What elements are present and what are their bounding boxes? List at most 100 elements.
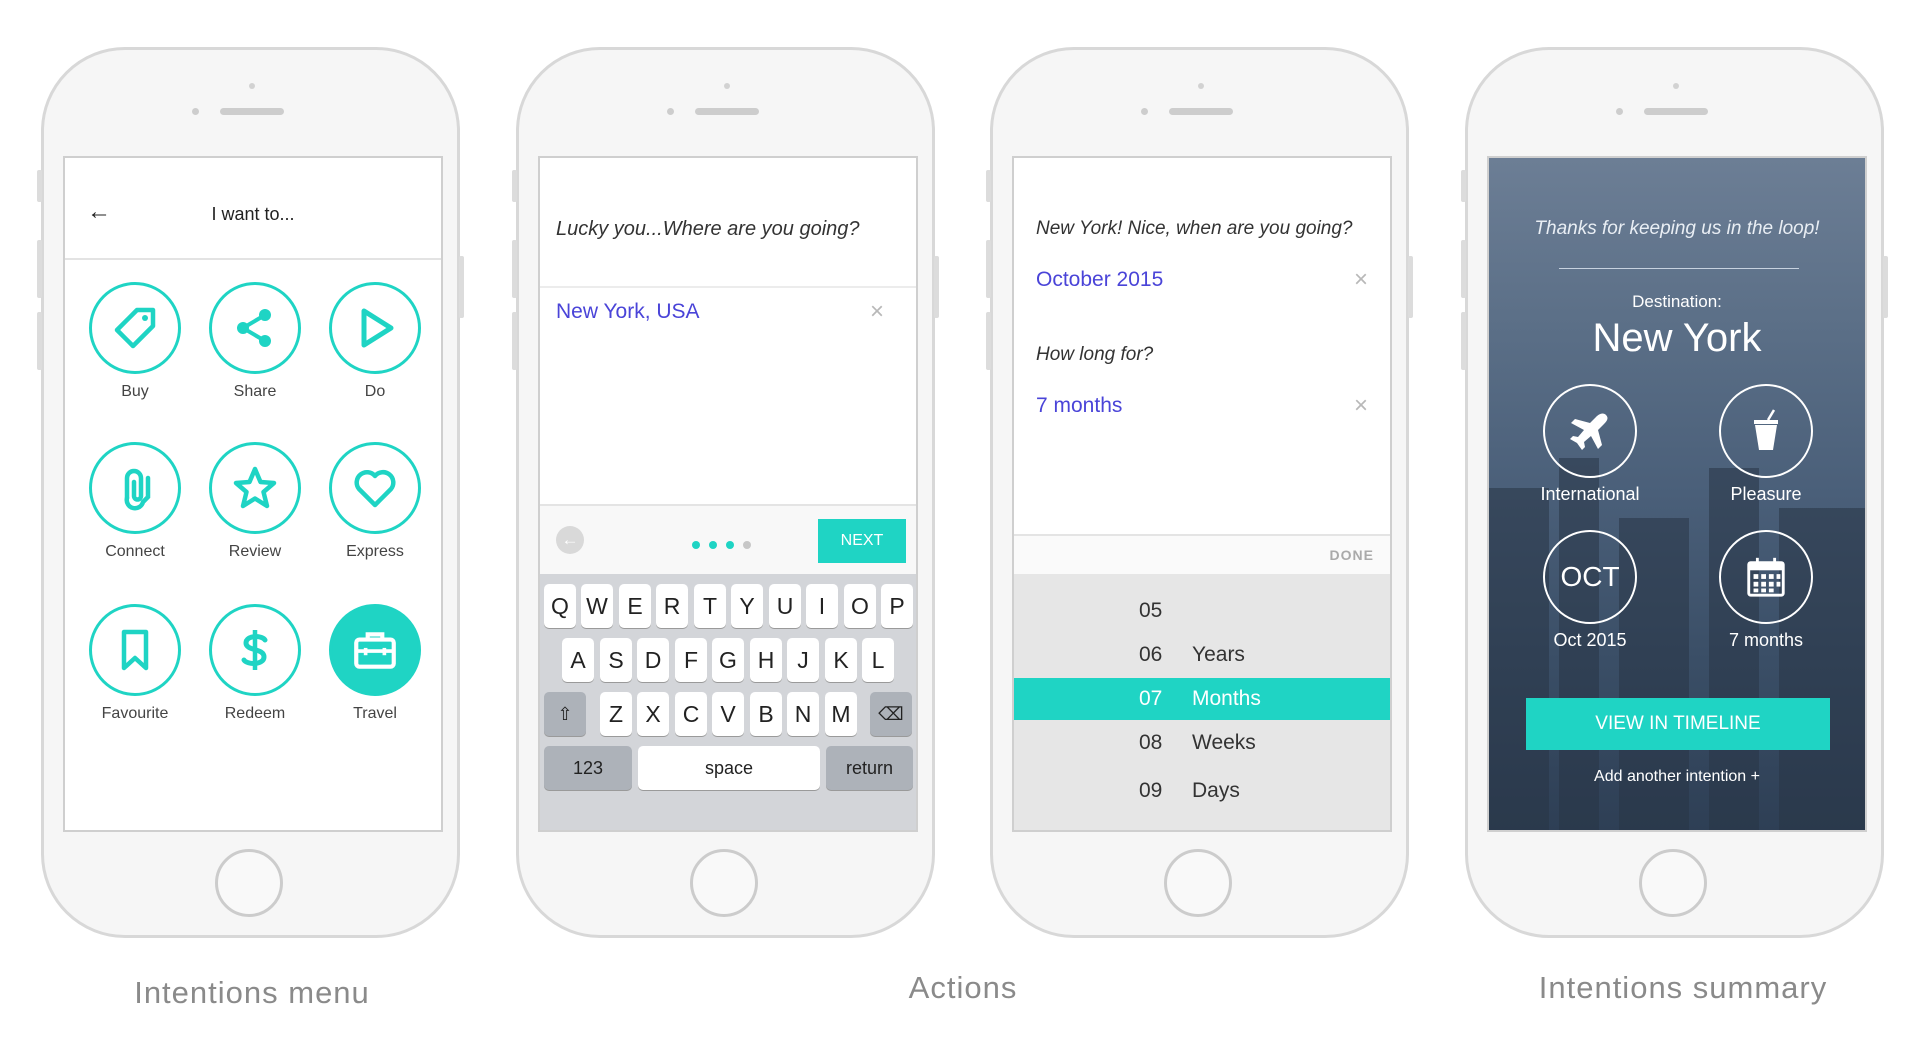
shift-key[interactable]: ⇧ bbox=[544, 692, 586, 736]
intention-share[interactable]: Share bbox=[195, 282, 315, 401]
question-text: How long for? bbox=[1036, 344, 1154, 365]
home-button[interactable] bbox=[1639, 849, 1707, 917]
picker-number: 07 bbox=[1139, 687, 1163, 710]
key-g[interactable]: G bbox=[712, 638, 744, 682]
key-k[interactable]: K bbox=[825, 638, 857, 682]
arrow-left-icon[interactable]: ← bbox=[556, 526, 584, 554]
summary-label: 7 months bbox=[1728, 630, 1804, 650]
key-o[interactable]: O bbox=[844, 584, 876, 628]
key-f[interactable]: F bbox=[675, 638, 707, 682]
phone-side-button bbox=[1461, 240, 1466, 298]
key-a[interactable]: A bbox=[562, 638, 594, 682]
destination-value[interactable]: New York, USA bbox=[556, 300, 700, 324]
close-icon[interactable]: × bbox=[1354, 266, 1368, 294]
key-n[interactable]: N bbox=[787, 692, 819, 736]
bookmark-icon bbox=[89, 604, 181, 696]
intention-label: Do bbox=[364, 383, 386, 400]
key-r[interactable]: R bbox=[656, 584, 688, 628]
intention-buy[interactable]: Buy bbox=[75, 282, 195, 401]
star-icon bbox=[209, 442, 301, 534]
done-button[interactable]: DONE bbox=[1330, 547, 1374, 563]
phone-side-button bbox=[37, 240, 42, 298]
key-q[interactable]: Q bbox=[544, 584, 576, 628]
home-button[interactable] bbox=[690, 849, 758, 917]
caption-intentions-summary: Intentions summary bbox=[1538, 970, 1828, 1005]
next-button[interactable]: NEXT bbox=[818, 519, 906, 563]
divider bbox=[1559, 268, 1799, 269]
intention-favourite[interactable]: Favourite bbox=[75, 604, 195, 723]
duration-value[interactable]: 7 months bbox=[1036, 394, 1122, 418]
question-text: Lucky you...Where are you going? bbox=[556, 218, 860, 240]
view-in-timeline-button[interactable]: VIEW IN TIMELINE bbox=[1526, 698, 1830, 750]
picker-toolbar: DONE bbox=[1014, 534, 1390, 576]
key-v[interactable]: V bbox=[712, 692, 744, 736]
keyboard: Q W E R T Y U I O P A S D F G H J K L ⇧ … bbox=[540, 574, 916, 830]
phone-side-button bbox=[512, 312, 517, 370]
intention-express[interactable]: Express bbox=[315, 442, 435, 561]
month-text: OCT bbox=[1560, 561, 1620, 592]
phone-side-button bbox=[37, 170, 42, 202]
key-t[interactable]: T bbox=[694, 584, 726, 628]
key-b[interactable]: B bbox=[750, 692, 782, 736]
close-icon[interactable]: × bbox=[870, 298, 884, 326]
phone-camera bbox=[667, 108, 674, 115]
return-key[interactable]: return bbox=[826, 746, 913, 790]
key-m[interactable]: M bbox=[825, 692, 857, 736]
picker-row-selected[interactable]: 07 Months bbox=[1014, 678, 1390, 720]
key-x[interactable]: X bbox=[637, 692, 669, 736]
picker-row[interactable]: 06 Years bbox=[1014, 634, 1390, 676]
airplane-icon bbox=[1543, 384, 1637, 478]
space-key[interactable]: space bbox=[638, 746, 820, 790]
step-dot bbox=[692, 541, 700, 549]
key-w[interactable]: W bbox=[581, 584, 613, 628]
phone-intentions-menu: ← I want to... Buy Share Do Connect Revi… bbox=[37, 47, 464, 938]
phone-speaker bbox=[220, 108, 284, 115]
intention-label: Review bbox=[228, 543, 282, 560]
phone-camera bbox=[192, 108, 199, 115]
date-value[interactable]: October 2015 bbox=[1036, 268, 1163, 292]
intention-label: Express bbox=[346, 543, 404, 560]
key-i[interactable]: I bbox=[806, 584, 838, 628]
intention-travel[interactable]: Travel bbox=[315, 604, 435, 723]
key-h[interactable]: H bbox=[750, 638, 782, 682]
key-j[interactable]: J bbox=[787, 638, 819, 682]
picker-row[interactable]: 09 Days bbox=[1014, 770, 1390, 812]
intention-do[interactable]: Do bbox=[315, 282, 435, 401]
phone-side-button bbox=[512, 170, 517, 202]
key-c[interactable]: C bbox=[675, 692, 707, 736]
phone-side-button bbox=[1408, 256, 1413, 318]
key-d[interactable]: D bbox=[637, 638, 669, 682]
picker-row[interactable]: 05 bbox=[1014, 590, 1390, 632]
intention-redeem[interactable]: Redeem bbox=[195, 604, 315, 723]
intention-review[interactable]: Review bbox=[195, 442, 315, 561]
phone-speaker bbox=[1169, 108, 1233, 115]
home-button[interactable] bbox=[215, 849, 283, 917]
add-intention-link[interactable]: Add another intention + bbox=[1489, 768, 1865, 786]
backspace-key[interactable]: ⌫ bbox=[870, 692, 912, 736]
home-button[interactable] bbox=[1164, 849, 1232, 917]
dollar-icon bbox=[209, 604, 301, 696]
picker-row[interactable]: 08 Weeks bbox=[1014, 722, 1390, 764]
key-s[interactable]: S bbox=[600, 638, 632, 682]
intention-connect[interactable]: Connect bbox=[75, 442, 195, 561]
month-badge: OCT bbox=[1543, 530, 1637, 624]
key-p[interactable]: P bbox=[881, 584, 913, 628]
key-l[interactable]: L bbox=[862, 638, 894, 682]
key-u[interactable]: U bbox=[769, 584, 801, 628]
key-z[interactable]: Z bbox=[600, 692, 632, 736]
screen-duration: New York! Nice, when are you going? Octo… bbox=[1012, 156, 1392, 832]
phone-side-button bbox=[512, 240, 517, 298]
picker-number: 06 bbox=[1139, 643, 1163, 666]
phone-side-button bbox=[986, 240, 991, 298]
numbers-key[interactable]: 123 bbox=[544, 746, 632, 790]
link-icon bbox=[89, 442, 181, 534]
step-dot bbox=[726, 541, 734, 549]
page-title: I want to... bbox=[211, 204, 295, 224]
summary-pleasure: Pleasure bbox=[1686, 384, 1846, 505]
phone-camera bbox=[1141, 108, 1148, 115]
summary-date: OCT Oct 2015 bbox=[1510, 530, 1670, 651]
phone-side-button bbox=[986, 170, 991, 202]
close-icon[interactable]: × bbox=[1354, 392, 1368, 420]
key-y[interactable]: Y bbox=[731, 584, 763, 628]
key-e[interactable]: E bbox=[619, 584, 651, 628]
